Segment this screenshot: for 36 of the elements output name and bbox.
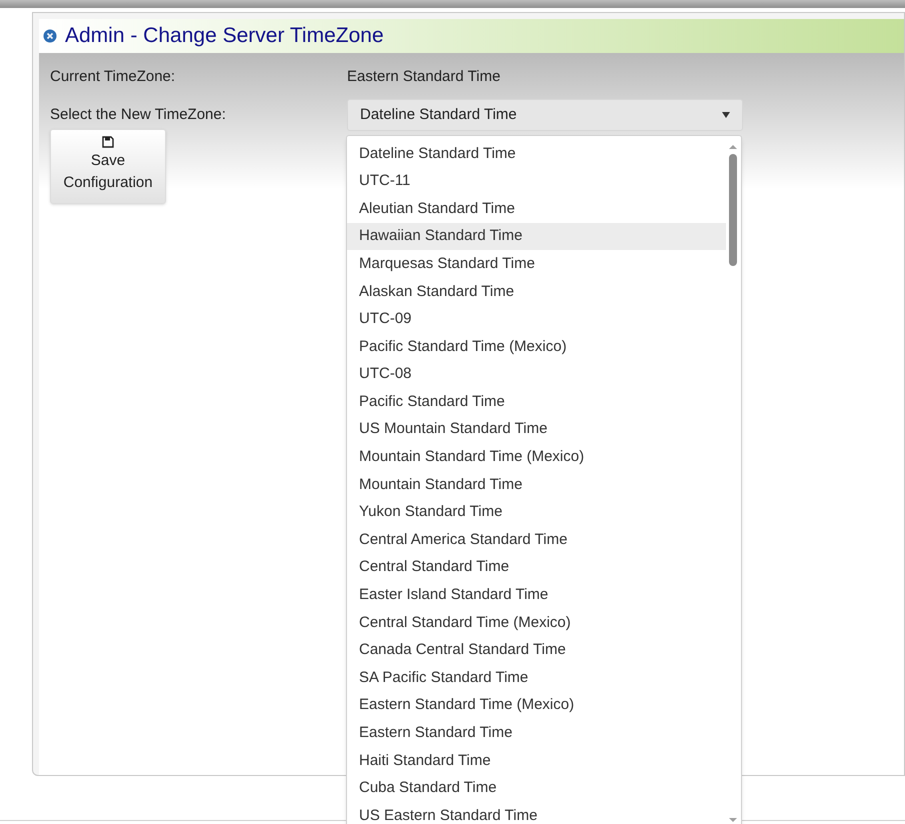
scroll-down-icon bbox=[728, 815, 738, 824]
dropdown-option[interactable]: UTC-09 bbox=[347, 306, 726, 334]
dropdown-option[interactable]: Pacific Standard Time bbox=[347, 388, 726, 416]
dropdown-option[interactable]: Central America Standard Time bbox=[347, 526, 726, 554]
dropdown-option[interactable]: Mountain Standard Time bbox=[347, 471, 726, 499]
dropdown-option[interactable]: UTC-11 bbox=[347, 168, 726, 196]
dropdown-option[interactable]: Eastern Standard Time (Mexico) bbox=[347, 692, 726, 720]
dropdown-option[interactable]: SA Pacific Standard Time bbox=[347, 664, 726, 692]
scroll-up-icon bbox=[728, 142, 738, 152]
field-label: Current TimeZone: bbox=[50, 66, 176, 87]
close-icon[interactable] bbox=[43, 29, 57, 43]
dropdown-option[interactable]: Dateline Standard Time bbox=[347, 140, 726, 168]
caret-icon bbox=[722, 112, 730, 118]
dropdown-option[interactable]: Yukon Standard Time bbox=[347, 498, 726, 526]
save-button[interactable]: Save Configuration bbox=[50, 129, 166, 204]
dropdown-option[interactable]: Central Standard Time (Mexico) bbox=[347, 609, 726, 637]
save-icon bbox=[102, 136, 114, 148]
dropdown-option[interactable]: Mountain Standard Time (Mexico) bbox=[347, 444, 726, 472]
dropdown-option[interactable]: UTC-08 bbox=[347, 360, 726, 388]
dropdown-option[interactable]: Easter Island Standard Time bbox=[347, 582, 726, 610]
dropdown-option[interactable]: Central Standard Time bbox=[347, 554, 726, 582]
timezone-select[interactable]: Dateline Standard Time bbox=[347, 99, 743, 131]
dropdown-option[interactable]: Canada Central Standard Time bbox=[347, 636, 726, 664]
dropdown-option[interactable]: Hawaiian Standard Time bbox=[347, 222, 726, 250]
dropdown-option[interactable]: Pacific Standard Time (Mexico) bbox=[347, 333, 726, 361]
dropdown-option[interactable]: US Eastern Standard Time bbox=[347, 802, 726, 824]
dropdown-option[interactable]: Marquesas Standard Time bbox=[347, 250, 726, 278]
field-value: Eastern Standard Time bbox=[347, 66, 500, 87]
field-label: Select the New TimeZone: bbox=[50, 105, 227, 125]
dropdown-option[interactable]: Aleutian Standard Time bbox=[347, 195, 726, 223]
panel-title: Admin - Change Server TimeZone bbox=[65, 23, 384, 50]
dropdown-option[interactable]: Haiti Standard Time bbox=[347, 747, 726, 775]
dropdown-option[interactable]: Cuba Standard Time bbox=[347, 774, 726, 802]
dropdown-option[interactable]: US Mountain Standard Time bbox=[347, 416, 726, 444]
dropdown-option[interactable]: Alaskan Standard Time bbox=[347, 278, 726, 306]
dropdown-option[interactable]: Eastern Standard Time bbox=[347, 719, 726, 748]
